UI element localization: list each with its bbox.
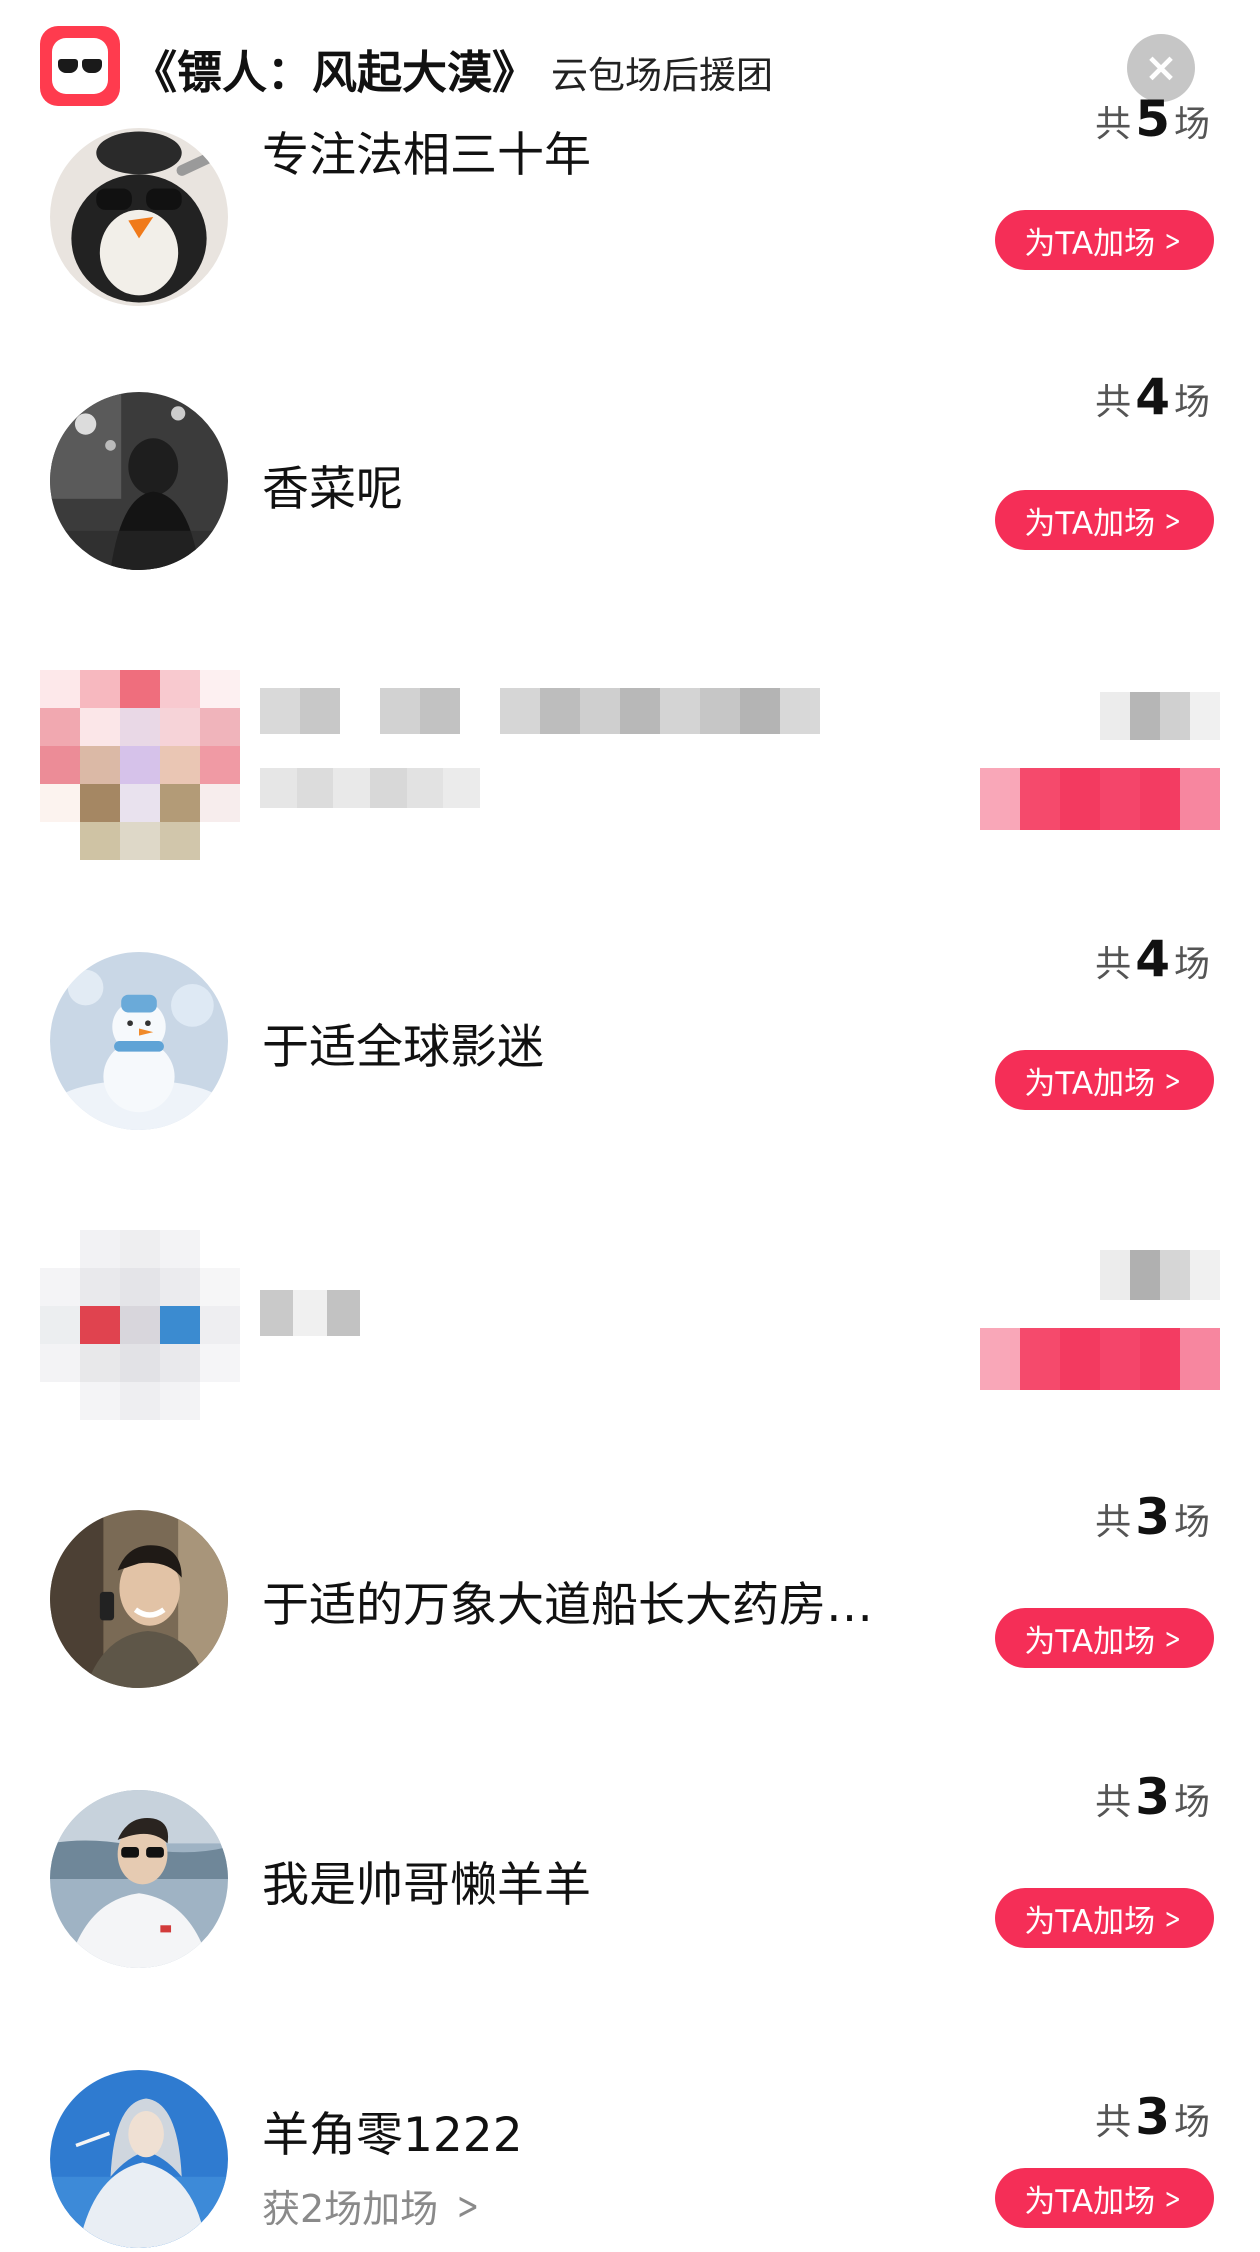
session-count: 共5场	[1095, 90, 1210, 148]
user-name: 于适全球影迷	[262, 1020, 544, 1075]
avatar	[50, 952, 228, 1130]
add-session-button[interactable]: 为TA加场 >	[995, 490, 1214, 550]
chevron-right-icon: >	[1164, 503, 1182, 537]
list-item[interactable]: 专注法相三十年 共5场 为TA加场 >	[0, 60, 1260, 340]
avatar	[50, 392, 228, 570]
list-item[interactable]: 于适的万象大道船长大药房… 共3场 为TA加场 >	[0, 1458, 1260, 1738]
add-session-button[interactable]: 为TA加场 >	[995, 1608, 1214, 1668]
chevron-right-icon: >	[1164, 223, 1182, 257]
count-number: 3	[1135, 2088, 1170, 2146]
chevron-right-icon: >	[1164, 2181, 1182, 2215]
man-phone-avatar	[50, 1510, 228, 1688]
street-night-avatar	[50, 392, 228, 570]
pixelated-button[interactable]	[980, 768, 1220, 830]
list-item[interactable]: 于适全球影迷 共4场 为TA加场 >	[0, 900, 1260, 1180]
pixelated-avatar	[40, 1230, 240, 1420]
add-session-button[interactable]: 为TA加场 >	[995, 210, 1214, 270]
count-number: 5	[1135, 90, 1170, 148]
add-session-button[interactable]: 为TA加场 >	[995, 1888, 1214, 1948]
user-name: 专注法相三十年	[262, 128, 591, 183]
session-count: 共4场	[1095, 368, 1210, 426]
chevron-right-icon: >	[1164, 1901, 1182, 1935]
screen: 《镖人：风起大漠》 云包场后援团 × 专注法相三十年 共5场 为TA加场 > 香…	[0, 0, 1260, 2252]
avatar	[50, 2070, 228, 2248]
user-name: 于适的万象大道船长大药房…	[262, 1578, 873, 1633]
pixelated-button[interactable]	[980, 1328, 1220, 1390]
pixelated-count	[1100, 1250, 1220, 1300]
pixelated-name	[260, 1290, 360, 1336]
count-number: 3	[1135, 1488, 1170, 1546]
man-sunglasses-avatar	[50, 1790, 228, 1968]
session-count: 共3场	[1095, 2088, 1210, 2146]
silver-hair-avatar	[50, 2070, 228, 2248]
pixelated-avatar	[40, 670, 240, 860]
count-number: 4	[1135, 930, 1170, 988]
user-name: 我是帅哥懒羊羊	[262, 1858, 591, 1913]
list-item[interactable]: 羊角零1222 获2场加场 > 共3场 为TA加场 >	[0, 2018, 1260, 2252]
user-name: 羊角零1222	[262, 2108, 523, 2163]
pixelated-name	[260, 688, 820, 734]
penguin-sunglasses-avatar	[50, 128, 228, 306]
list-item-redacted[interactable]	[0, 1210, 1260, 1490]
avatar	[50, 1790, 228, 1968]
avatar	[50, 1510, 228, 1688]
list-item-redacted[interactable]	[0, 650, 1260, 930]
session-count: 共4场	[1095, 930, 1210, 988]
chevron-right-icon: >	[456, 2183, 480, 2228]
session-count: 共3场	[1095, 1768, 1210, 1826]
chevron-right-icon: >	[1164, 1063, 1182, 1097]
avatar	[50, 128, 228, 306]
count-number: 3	[1135, 1768, 1170, 1826]
list-item[interactable]: 我是帅哥懒羊羊 共3场 为TA加场 >	[0, 1738, 1260, 2018]
chevron-right-icon: >	[1164, 1621, 1182, 1655]
add-session-button[interactable]: 为TA加场 >	[995, 2168, 1214, 2228]
session-count: 共3场	[1095, 1488, 1210, 1546]
pixelated-count	[1100, 692, 1220, 740]
snowman-avatar	[50, 952, 228, 1130]
bonus-sessions-link[interactable]: 获2场加场 >	[262, 2178, 484, 2233]
pixelated-subtext	[260, 768, 480, 808]
count-number: 4	[1135, 368, 1170, 426]
add-session-button[interactable]: 为TA加场 >	[995, 1050, 1214, 1110]
user-name: 香菜呢	[262, 462, 403, 517]
list-item[interactable]: 香菜呢 共4场 为TA加场 >	[0, 340, 1260, 620]
